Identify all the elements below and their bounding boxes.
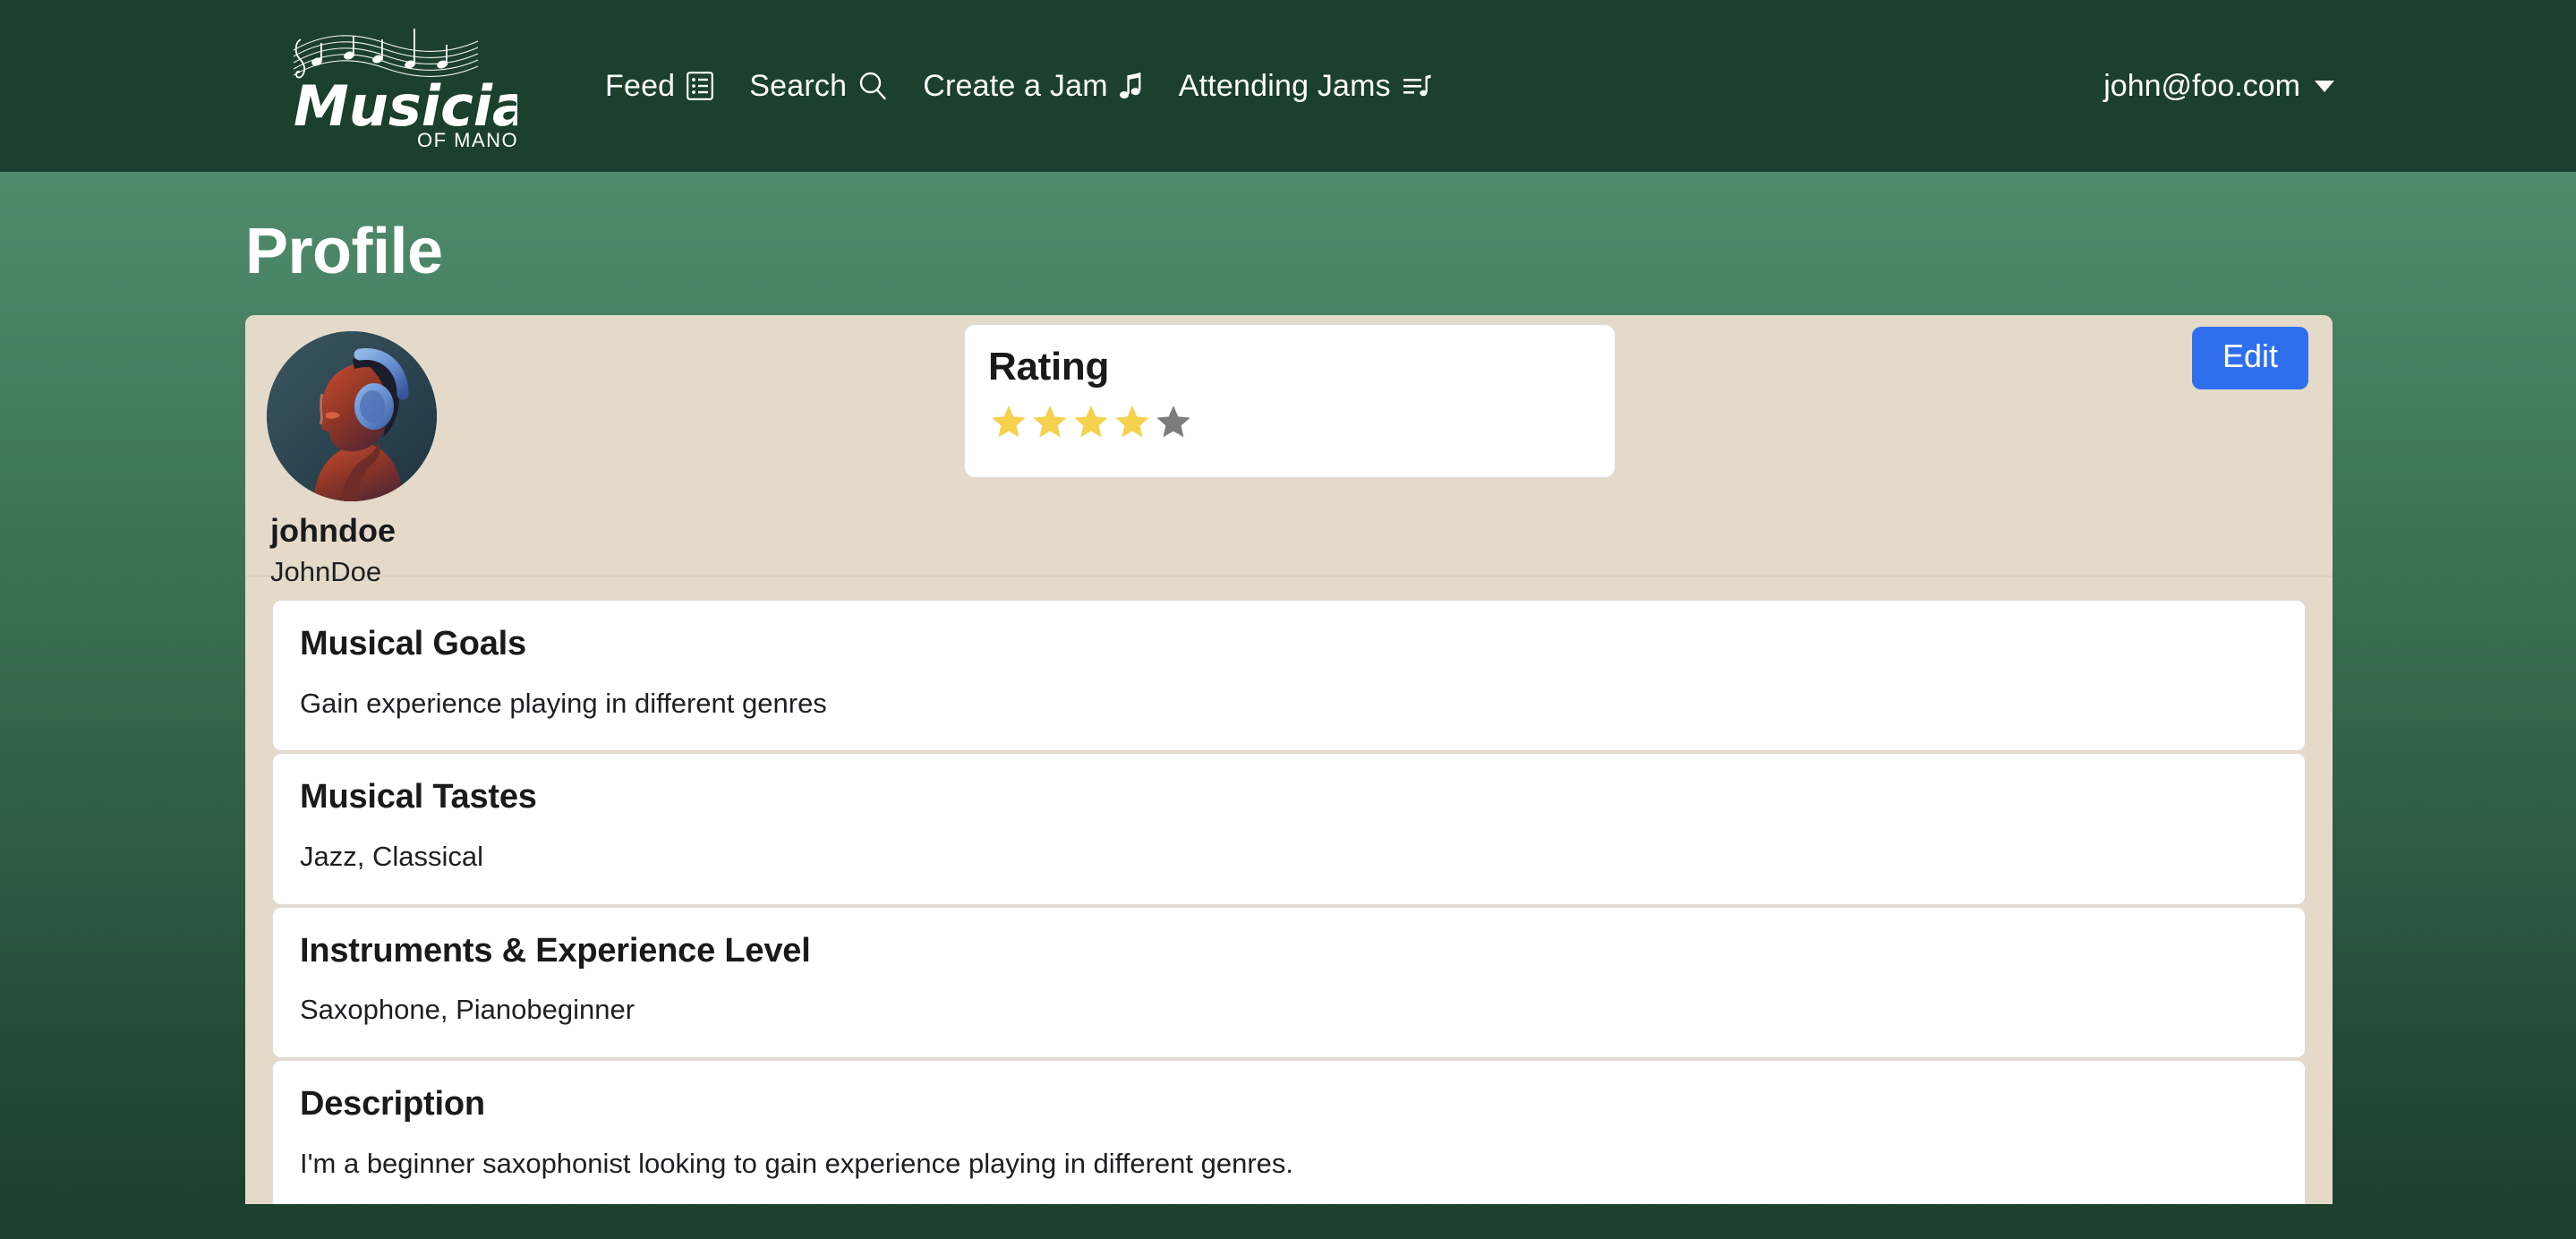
brand-logo[interactable]: Musicians OF MANOA (285, 20, 517, 152)
list-item: Description I'm a beginner saxophonist lo… (272, 1060, 2306, 1204)
nav-item-attending-jams[interactable]: Attending Jams (1161, 69, 1449, 104)
music-note-icon (1119, 72, 1143, 100)
profile-identity: johndoe JohnDoe (270, 510, 396, 590)
star-filled-icon (1112, 402, 1153, 446)
list-item-body: Jazz, Classical (300, 841, 483, 873)
edit-button[interactable]: Edit (2191, 327, 2308, 389)
rating-stars (988, 402, 1591, 446)
profile-card-header: johndoe JohnDoe Rating Edit (245, 315, 2333, 587)
star-empty-icon (1153, 402, 1194, 446)
profile-sections-list: Musical Goals Gain experience playing in … (272, 600, 2306, 1204)
rating-card: Rating (964, 324, 1616, 478)
star-filled-icon (1029, 402, 1070, 446)
nav-item-create-a-jam-label: Create a Jam (923, 68, 1108, 103)
page-title: Profile (245, 216, 443, 287)
list-item-body: Saxophone, Pianobeginner (300, 994, 635, 1026)
list-item-title: Musical Goals (300, 625, 526, 662)
search-icon (858, 71, 887, 101)
list-item: Musical Tastes Jazz, Classical (272, 753, 2306, 905)
chevron-down-icon (2315, 80, 2334, 92)
profile-card: johndoe JohnDoe Rating Edit Musical Goal… (245, 315, 2333, 1204)
playlist-note-icon (1403, 72, 1431, 100)
user-email-label: john@foo.com (2103, 68, 2300, 103)
nav-item-create-a-jam[interactable]: Create a Jam (905, 69, 1160, 104)
nav-item-feed[interactable]: Feed (605, 69, 731, 104)
nav-links: Feed Search Create a Jam Attending Jams (605, 0, 1449, 172)
list-item-title: Instruments & Experience Level (300, 931, 811, 970)
nav-item-search[interactable]: Search (731, 69, 905, 104)
profile-display-name: JohnDoe (270, 556, 382, 587)
star-filled-icon (1070, 402, 1112, 446)
profile-username: johndoe (270, 512, 396, 549)
list-item-title: Musical Tastes (300, 778, 537, 816)
top-navbar: Musicians OF MANOA Feed (0, 0, 2576, 172)
avatar (267, 331, 437, 501)
list-item: Musical Goals Gain experience playing in … (272, 600, 2306, 752)
nav-item-search-label: Search (749, 68, 848, 103)
list-item-body: Gain experience playing in different gen… (300, 687, 827, 719)
list-feed-icon (687, 72, 714, 100)
list-item: Instruments & Experience Level Saxophone,… (272, 906, 2306, 1059)
list-item-title: Description (300, 1085, 485, 1124)
list-item-body: I'm a beginner saxophonist looking to ga… (300, 1147, 1294, 1179)
user-menu[interactable]: john@foo.com (2103, 0, 2334, 172)
svg-text:OF MANOA: OF MANOA (417, 129, 517, 151)
nav-item-attending-jams-label: Attending Jams (1178, 68, 1391, 103)
star-filled-icon (988, 402, 1029, 446)
rating-title: Rating (988, 345, 1110, 389)
page-root: Musicians OF MANOA Feed (0, 0, 2576, 1239)
nav-item-feed-label: Feed (605, 68, 676, 103)
